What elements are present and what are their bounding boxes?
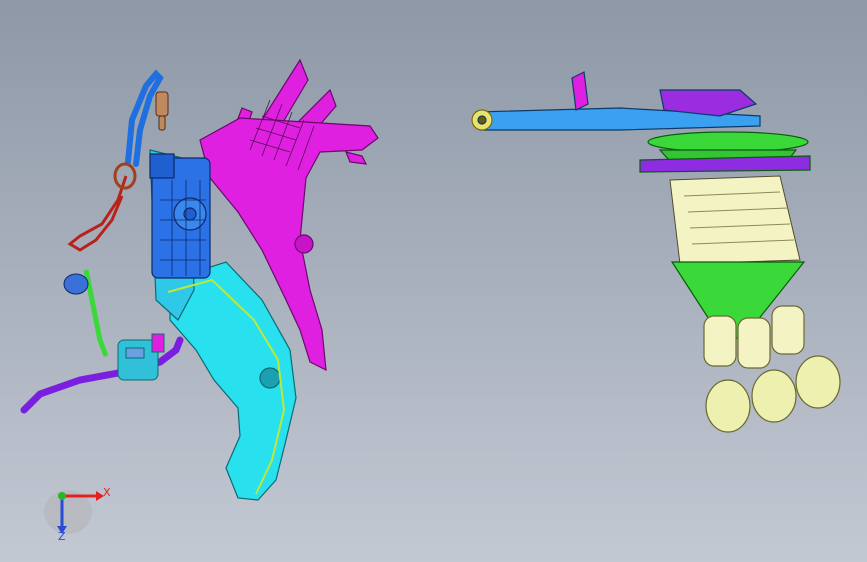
cad-3d-viewport[interactable]: X Z <box>0 0 867 562</box>
x-axis-label: X <box>103 486 111 499</box>
axis-triad <box>44 490 104 534</box>
z-axis-label: Z <box>58 530 66 543</box>
y-axis-dot <box>58 492 66 500</box>
